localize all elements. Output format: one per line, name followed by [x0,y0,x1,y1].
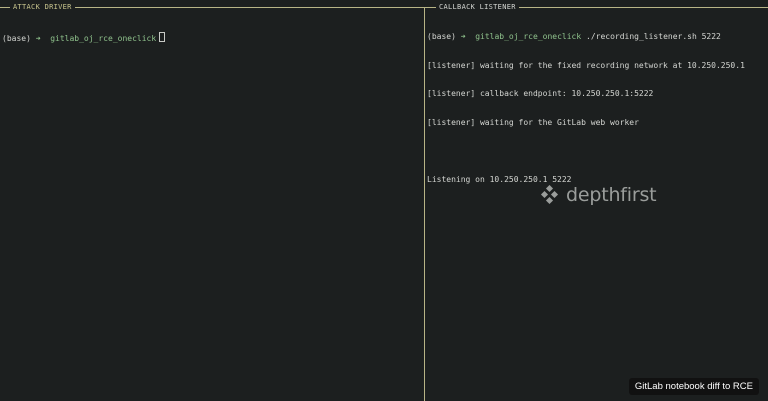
prompt-arrow-icon: ➜ [35,34,41,43]
output-line: Listening on 10.250.250.1 5222 [427,174,572,184]
current-directory: gitlab_oj_rce_oneclick [475,32,582,41]
command-text: ./recording_listener.sh 5222 [586,32,721,41]
output-line: [listener] waiting for the GitLab web wo… [427,117,639,127]
callback-listener-terminal[interactable]: (base) ➜ gitlab_oj_rce_oneclick ./record… [427,13,766,203]
conda-env: (base) [427,32,456,41]
prompt-arrow-icon: ➜ [460,32,466,41]
attack-driver-terminal[interactable]: (base) ➜ gitlab_oj_rce_oneclick [2,13,422,61]
depthfirst-logo-icon [540,185,559,205]
pane-title-callback-listener: CALLBACK LISTENER [436,3,519,12]
video-caption: GitLab notebook diff to RCE [628,378,759,395]
output-line: [listener] waiting for the fixed recordi… [427,60,745,70]
pane-title-attack-driver: ATTACK DRIVER [10,3,75,12]
output-line: [listener] callback endpoint: 10.250.250… [427,89,654,98]
prompt-line: (base) ➜ gitlab_oj_rce_oneclick [2,32,422,43]
prompt-line: (base) ➜ gitlab_oj_rce_oneclick ./record… [427,32,766,42]
attack-driver-pane[interactable]: ATTACK DRIVER (base) ➜ gitlab_oj_rce_one… [0,0,424,401]
terminal-cursor [159,32,166,42]
current-directory: gitlab_oj_rce_oneclick [50,34,157,43]
conda-env: (base) [2,34,31,43]
depthfirst-watermark: depthfirst [540,184,657,206]
watermark-text: depthfirst [566,184,657,206]
